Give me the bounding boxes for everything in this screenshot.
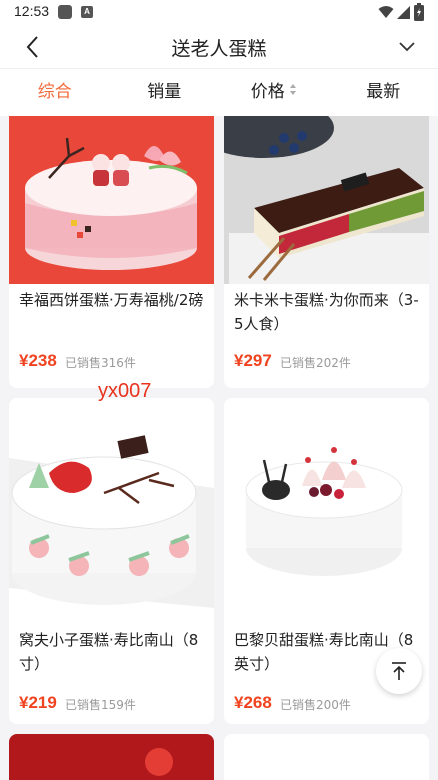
product-price: ¥297 (234, 351, 272, 370)
tab-comprehensive[interactable]: 综合 (0, 69, 110, 116)
product-name: 窝夫小子蛋糕·寿比南山（8寸） (19, 631, 199, 673)
sort-tabs: 综合 销量 价格 最新 (0, 68, 438, 116)
product-card[interactable] (224, 734, 429, 780)
tab-sales[interactable]: 销量 (110, 69, 220, 116)
header: 送老人蛋糕 (0, 26, 438, 68)
tab-price[interactable]: 价格 (219, 69, 329, 116)
tab-label: 最新 (366, 82, 401, 102)
product-image (9, 734, 214, 780)
product-sold-count: 已销售316件 (65, 356, 136, 370)
product-image (224, 116, 429, 284)
arrow-up-to-top-icon (392, 662, 406, 680)
page-title: 送老人蛋糕 (171, 38, 267, 60)
product-price: ¥238 (19, 351, 57, 370)
watermark-text: yx007 (98, 380, 152, 402)
tab-newest[interactable]: 最新 (329, 69, 438, 116)
signal-icon (397, 6, 410, 19)
tab-label: 综合 (37, 82, 72, 102)
tab-label: 价格 (250, 82, 285, 102)
product-sold-count: 已销售159件 (65, 698, 136, 712)
product-price: ¥268 (234, 693, 272, 712)
expand-button[interactable] (392, 32, 422, 62)
product-image (9, 116, 214, 284)
status-time: 12:53 (14, 3, 50, 19)
product-image (9, 398, 214, 620)
back-to-top-button[interactable] (376, 648, 422, 694)
product-price: ¥219 (19, 693, 57, 712)
wifi-icon (378, 6, 394, 18)
product-card[interactable]: 米卡米卡蛋糕·为你而来（3-5人食） ¥297 已销售202件 (224, 116, 429, 388)
product-name: 米卡米卡蛋糕·为你而来（3-5人食） (234, 291, 419, 333)
status-bar: 12:53 A (0, 0, 438, 26)
product-sold-count: 已销售202件 (280, 356, 351, 370)
product-image (224, 398, 429, 620)
product-sold-count: 已销售200件 (280, 698, 351, 712)
battery-icon (414, 3, 424, 21)
app-badge-icon: A (81, 6, 93, 18)
app-notification-icon (58, 5, 72, 19)
product-card[interactable]: 幸福西饼蛋糕·万寿福桃/2磅 ¥238 已销售316件 (9, 116, 214, 388)
sort-icon (289, 84, 297, 96)
product-card[interactable] (9, 734, 214, 780)
chevron-down-icon (399, 42, 415, 52)
tab-label: 销量 (147, 82, 182, 102)
product-card[interactable]: 窝夫小子蛋糕·寿比南山（8寸） ¥219 已销售159件 (9, 398, 214, 724)
product-name: 幸福西饼蛋糕·万寿福桃/2磅 (19, 291, 204, 309)
product-grid: 幸福西饼蛋糕·万寿福桃/2磅 ¥238 已销售316件 米卡米卡蛋糕·为你而来（… (0, 116, 438, 780)
